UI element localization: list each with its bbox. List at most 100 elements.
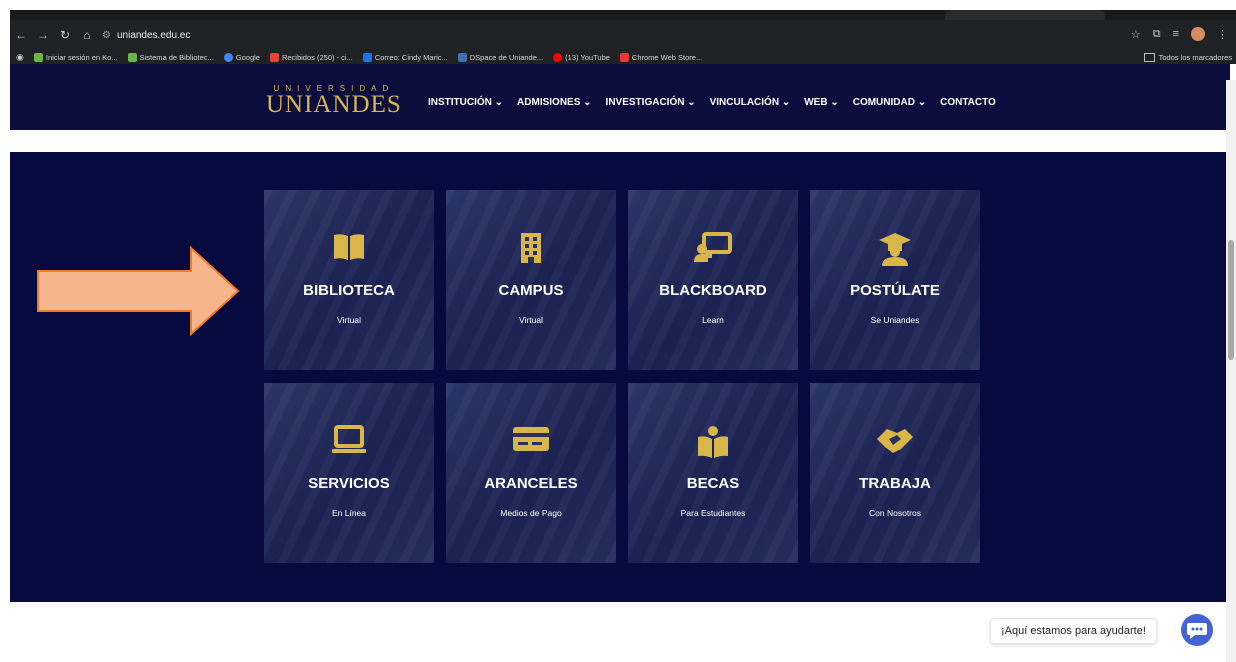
tile-postulate[interactable]: POSTÚLATE Se Uniandes — [810, 190, 980, 370]
tile-subtitle: Se Uniandes — [870, 315, 920, 325]
browser-chrome: ← → ↻ ⌂ ⚙ uniandes.edu.ec ☆ ⧉ ≡ ⋮ ◉ Inic… — [10, 10, 1236, 64]
chat-prompt[interactable]: ¡Aquí estamos para ayudarte! — [990, 618, 1157, 644]
main-menu: INSTITUCIÓN ⌄ ADMISIONES ⌄ INVESTIGACIÓN… — [428, 97, 996, 108]
page-scrollbar[interactable] — [1226, 80, 1236, 662]
tile-background — [446, 383, 616, 563]
bookmark-item[interactable]: Correo: Cindy Maric... — [362, 52, 448, 62]
tile-background — [628, 383, 798, 563]
all-bookmarks-label: Todos los marcadores — [1158, 52, 1232, 62]
bookmark-item[interactable]: Chrome Web Store... — [619, 52, 703, 62]
tile-subtitle: Medios de Pago — [500, 508, 562, 518]
bookmark-item[interactable]: (13) YouTube — [553, 52, 610, 62]
book-icon — [264, 232, 434, 267]
folder-icon — [1143, 52, 1155, 62]
tile-subtitle: Para Estudiantes — [680, 508, 746, 518]
bookmark-label: Sistema de Bibliotec... — [139, 52, 214, 62]
extensions-icon[interactable]: ⧉ — [1153, 28, 1161, 41]
menu-icon[interactable]: ⋮ — [1217, 28, 1228, 41]
tile-background — [264, 383, 434, 563]
tile-title: BIBLIOTECA — [303, 282, 395, 299]
tile-background — [264, 190, 434, 370]
laptop-icon — [264, 425, 434, 460]
bookmark-item[interactable]: Google — [223, 52, 260, 62]
spacer-band — [10, 130, 1230, 152]
credit-card-icon — [446, 425, 616, 458]
browser-toolbar: ← → ↻ ⌂ ⚙ uniandes.edu.ec ☆ ⧉ ≡ ⋮ — [10, 22, 1236, 48]
menu-item-web[interactable]: WEB ⌄ — [804, 97, 839, 108]
reload-icon[interactable]: ↻ — [54, 28, 76, 42]
toolbar-actions: ☆ ⧉ ≡ ⋮ — [1131, 27, 1228, 41]
logo-text: UNIANDES — [266, 91, 402, 118]
tile-background — [446, 190, 616, 370]
all-bookmarks[interactable]: Todos los marcadores — [1143, 50, 1232, 64]
chrome-store-icon — [619, 52, 629, 62]
tile-title: CAMPUS — [498, 282, 564, 299]
tile-subtitle: En Línea — [331, 508, 367, 518]
bookmark-item[interactable]: DSpace de Uniande... — [457, 52, 544, 62]
address-bar[interactable]: ⚙ uniandes.edu.ec — [102, 30, 190, 41]
bookmark-label: Recibidos (250) - ci... — [281, 52, 353, 62]
bookmark-item[interactable]: Sistema de Bibliotec... — [127, 52, 214, 62]
bookmark-favicon — [127, 52, 137, 62]
bookmark-item[interactable]: Iniciar sesión en Ko... — [33, 52, 118, 62]
bookmark-label: Chrome Web Store... — [631, 52, 703, 62]
menu-item-admisiones[interactable]: ADMISIONES ⌄ — [517, 97, 592, 108]
bookmarks-bar: ◉ Iniciar sesión en Ko... Sistema de Bib… — [10, 50, 1236, 64]
tile-background — [810, 190, 980, 370]
tile-title: SERVICIOS — [308, 475, 390, 492]
bookmark-item[interactable]: Recibidos (250) - ci... — [269, 52, 353, 62]
menu-item-vinculacion[interactable]: VINCULACIÓN ⌄ — [710, 97, 791, 108]
scrollbar-thumb[interactable] — [1228, 240, 1234, 360]
tile-trabaja[interactable]: TRABAJA Con Nosotros — [810, 383, 980, 563]
bookmark-label: DSpace de Uniande... — [469, 52, 544, 62]
site-header: UNIVERSIDAD UNIANDES INSTITUCIÓN ⌄ ADMIS… — [10, 64, 1230, 130]
tile-background — [810, 383, 980, 563]
bookmark-label: Correo: Cindy Maric... — [374, 52, 448, 62]
tile-subtitle: Learn — [702, 315, 724, 325]
tile-title: POSTÚLATE — [850, 282, 940, 299]
chat-icon — [1187, 623, 1207, 639]
menu-item-comunidad[interactable]: COMUNIDAD ⌄ — [853, 97, 926, 108]
tile-blackboard[interactable]: BLACKBOARD Learn — [628, 190, 798, 370]
tile-background — [628, 190, 798, 370]
tile-aranceles[interactable]: ARANCELES Medios de Pago — [446, 383, 616, 563]
tile-subtitle: Virtual — [337, 315, 361, 325]
teacher-board-icon — [628, 232, 798, 267]
chrome-icon[interactable]: ◉ — [16, 52, 24, 63]
services-section: BIBLIOTECA Virtual CAMPUS Virtual BLACKB… — [10, 152, 1230, 602]
browser-tab[interactable] — [945, 10, 1105, 20]
bookmark-favicon — [33, 52, 43, 62]
reading-list-icon[interactable]: ≡ — [1173, 28, 1179, 40]
url-text: uniandes.edu.ec — [116, 29, 191, 41]
chat-button[interactable] — [1181, 614, 1213, 646]
tile-title: TRABAJA — [859, 475, 931, 492]
tile-biblioteca[interactable]: BIBLIOTECA Virtual — [264, 190, 434, 370]
tile-subtitle: Virtual — [519, 315, 543, 325]
university-logo[interactable]: UNIVERSIDAD UNIANDES — [266, 84, 402, 117]
tile-campus[interactable]: CAMPUS Virtual — [446, 190, 616, 370]
menu-item-institucion[interactable]: INSTITUCIÓN ⌄ — [428, 97, 503, 108]
building-icon — [446, 232, 616, 269]
profile-avatar[interactable] — [1191, 27, 1205, 41]
bookmark-star-icon[interactable]: ☆ — [1131, 28, 1141, 41]
tile-becas[interactable]: BECAS Para Estudiantes — [628, 383, 798, 563]
menu-item-contacto[interactable]: CONTACTO — [940, 97, 996, 108]
youtube-icon — [553, 52, 563, 62]
google-icon — [223, 52, 233, 62]
bookmark-label: Iniciar sesión en Ko... — [45, 52, 118, 62]
tile-servicios[interactable]: SERVICIOS En Línea — [264, 383, 434, 563]
gmail-icon — [269, 52, 279, 62]
handshake-icon — [810, 425, 980, 460]
home-icon[interactable]: ⌂ — [76, 28, 98, 42]
site-info-icon[interactable]: ⚙ — [102, 30, 111, 41]
bookmark-label: Google — [235, 52, 260, 62]
forward-icon[interactable]: → — [32, 28, 54, 42]
arrow-annotation-icon — [37, 246, 240, 336]
bookmark-label: (13) YouTube — [565, 52, 610, 62]
tile-title: ARANCELES — [484, 475, 578, 492]
menu-item-investigacion[interactable]: INVESTIGACIÓN ⌄ — [606, 97, 696, 108]
dspace-icon — [457, 52, 467, 62]
back-icon[interactable]: ← — [10, 28, 32, 42]
tile-subtitle: Con Nosotros — [869, 508, 921, 518]
reading-person-icon — [628, 425, 798, 464]
